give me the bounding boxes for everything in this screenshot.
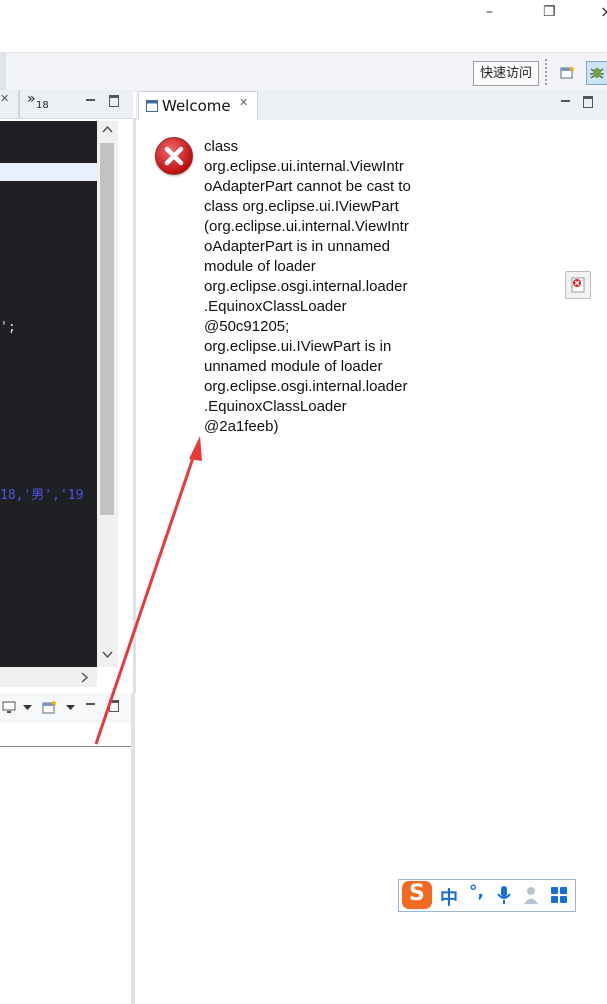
ime-mode-label[interactable]: 中	[440, 884, 458, 910]
annotation-arrow	[94, 436, 202, 745]
logo-letter: S	[409, 881, 425, 906]
ime-toolbar[interactable]: S 中 °,	[398, 879, 576, 912]
toolbox-grid-icon[interactable]	[550, 886, 568, 904]
user-icon[interactable]	[522, 885, 540, 905]
sogou-logo-icon[interactable]: S	[402, 881, 432, 909]
ime-punct-label[interactable]: °,	[469, 882, 484, 902]
microphone-icon[interactable]	[496, 885, 512, 905]
